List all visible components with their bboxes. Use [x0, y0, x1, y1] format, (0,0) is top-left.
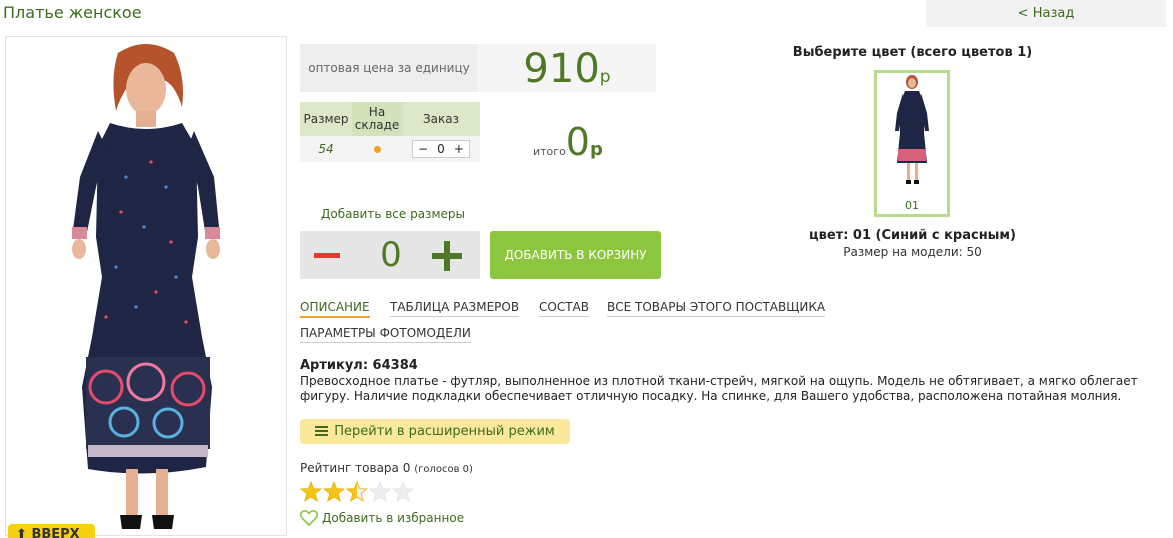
- advanced-mode-label: Перейти в расширенный режим: [334, 424, 555, 439]
- star-icon[interactable]: [369, 481, 391, 503]
- advanced-mode-button[interactable]: Перейти в расширенный режим: [300, 419, 570, 444]
- tab-description[interactable]: ОПИСАНИЕ: [300, 300, 370, 318]
- stepper-plus-button[interactable]: +: [454, 142, 464, 156]
- total-block: итого0р: [533, 120, 603, 164]
- product-description: Превосходное платье - футляр, выполненно…: [300, 374, 1138, 403]
- swatch-code: 01: [905, 199, 919, 212]
- in-stock-dot-icon: [373, 146, 381, 153]
- scroll-up-label: ВВЕРХ: [31, 527, 80, 538]
- total-label: итого: [533, 145, 566, 158]
- price-value: 910: [523, 46, 600, 92]
- stock-header: На складе: [352, 102, 402, 136]
- product-photo[interactable]: [5, 36, 287, 536]
- size-value: 54: [318, 142, 334, 156]
- tab-model-params[interactable]: ПАРАМЕТРЫ ФОТОМОДЕЛИ: [300, 326, 471, 343]
- size-table-header: Размер На складе Заказ: [300, 102, 480, 136]
- size-cell: 54: [300, 136, 352, 162]
- heart-icon: [299, 510, 319, 527]
- size-header: Размер: [300, 102, 352, 136]
- arrow-up-icon: ⬆: [16, 527, 27, 538]
- plus-icon[interactable]: [432, 241, 462, 271]
- model-size: Размер на модели: 50: [843, 245, 982, 259]
- star-icon[interactable]: [323, 481, 345, 503]
- color-chooser-title: Выберите цвет (всего цветов 1): [792, 45, 1033, 60]
- price-label: оптовая цена за единицу: [300, 44, 478, 92]
- product-sku: Артикул: 64384: [300, 358, 418, 373]
- price-box: 910р: [478, 44, 656, 92]
- rating-stars[interactable]: [300, 481, 415, 503]
- swatch-thumbnail-image: [895, 75, 929, 184]
- dress-model-image: [72, 44, 220, 529]
- order-header: Заказ: [402, 102, 480, 136]
- rating-label: Рейтинг товара 0: [300, 461, 411, 475]
- star-icon[interactable]: [300, 481, 322, 503]
- star-icon[interactable]: [346, 481, 368, 503]
- total-currency: р: [589, 139, 603, 160]
- add-to-favorites-link[interactable]: Добавить в избранное: [299, 510, 465, 527]
- quantity-stepper: 0: [300, 231, 480, 279]
- social-share-icons: [330, 534, 438, 538]
- price-currency: р: [599, 67, 611, 87]
- stock-cell: [352, 136, 402, 162]
- tab-supplier-products[interactable]: ВСЕ ТОВАРЫ ЭТОГО ПОСТАВЩИКА: [607, 300, 826, 317]
- add-to-cart-button[interactable]: ДОБАВИТЬ В КОРЗИНУ: [490, 231, 661, 279]
- rating-text: Рейтинг товара 0 (голосов 0): [300, 461, 473, 475]
- minus-icon[interactable]: [314, 253, 340, 258]
- scroll-up-button[interactable]: ⬆ ВВЕРХ: [8, 524, 95, 538]
- add-all-sizes-label[interactable]: Добавить все размеры: [321, 207, 465, 221]
- stepper-value: 0: [437, 142, 445, 156]
- selected-color: цвет: 01 (Синий с красным): [808, 228, 1017, 243]
- color-swatch[interactable]: 01: [874, 70, 950, 217]
- order-stepper[interactable]: − 0 +: [412, 140, 470, 158]
- size-table: Размер На складе Заказ 54 − 0 +: [300, 102, 480, 162]
- stepper-minus-button[interactable]: −: [418, 142, 428, 156]
- order-cell: − 0 +: [402, 136, 480, 162]
- table-row: 54 − 0 +: [300, 136, 480, 162]
- tab-composition[interactable]: СОСТАВ: [539, 300, 589, 317]
- tab-size-table[interactable]: ТАБЛИЦА РАЗМЕРОВ: [390, 300, 520, 317]
- page-title: Платье женское: [3, 3, 142, 22]
- rating-votes: (голосов 0): [414, 464, 473, 475]
- star-icon[interactable]: [392, 481, 414, 503]
- favorites-label: Добавить в избранное: [322, 511, 465, 525]
- back-link[interactable]: < Назад: [926, 0, 1166, 27]
- quantity-value: 0: [380, 235, 402, 275]
- total-value: 0: [565, 120, 590, 164]
- list-icon: [315, 426, 329, 436]
